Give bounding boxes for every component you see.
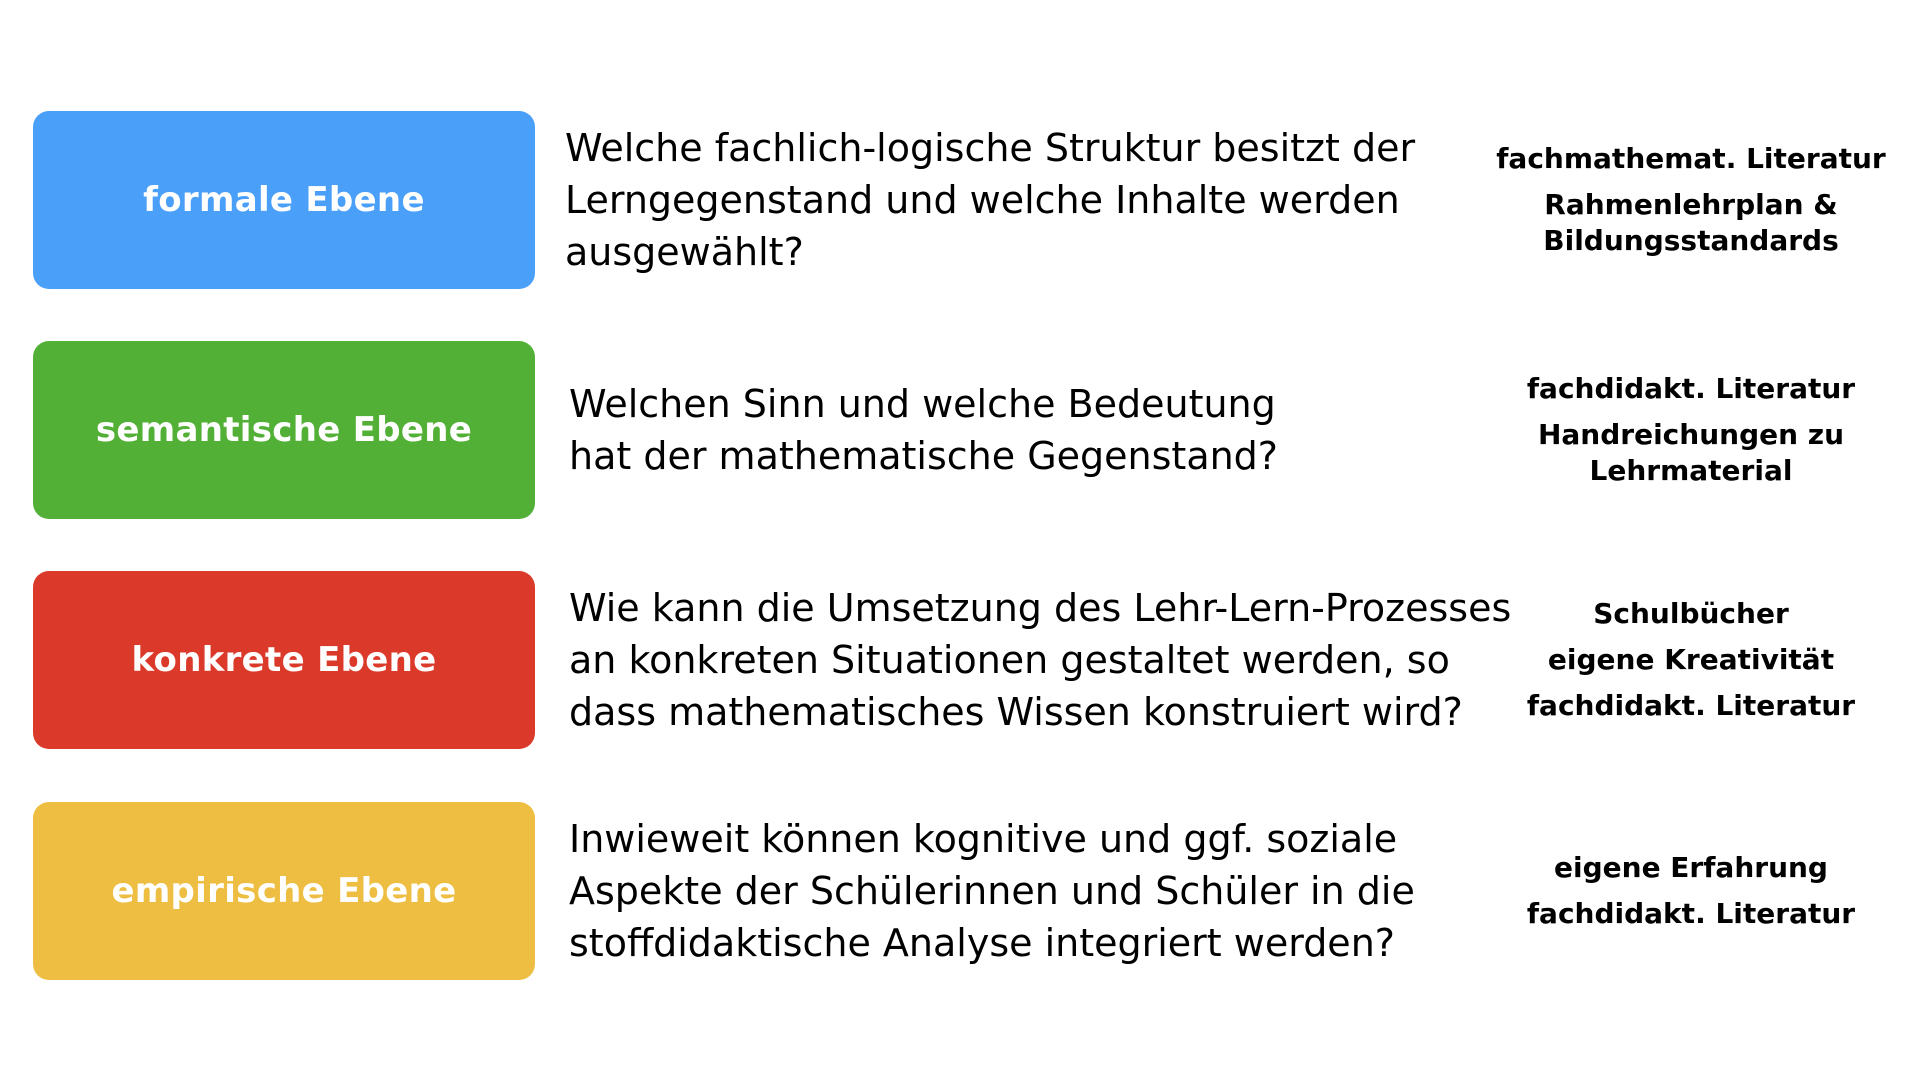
level-label: formale Ebene bbox=[143, 180, 425, 220]
source-item: Handreichungen zu Lehrmaterial bbox=[1537, 418, 1845, 487]
source-item: Schulbücher bbox=[1593, 597, 1789, 630]
source-item: fachdidakt. Literatur bbox=[1526, 689, 1856, 722]
level-label: empirische Ebene bbox=[111, 871, 457, 911]
level-label: konkrete Ebene bbox=[131, 640, 437, 680]
level-box-formal: formale Ebene bbox=[33, 111, 535, 289]
slide: formale Ebene Welche fachlich-logische S… bbox=[0, 0, 1920, 1080]
question-line: Welche fachlich-logische Struktur besitz… bbox=[565, 126, 1416, 170]
sources-list: fachmathemat. Literatur Rahmenlehrplan &… bbox=[1462, 111, 1920, 289]
question-line: Lerngegenstand und welche Inhalte werden bbox=[565, 178, 1400, 222]
question-text: Wie kann die Umsetzung des Lehr-Lern-Pro… bbox=[569, 571, 1549, 749]
source-item: eigene Erfahrung bbox=[1554, 851, 1828, 884]
question-line: an konkreten Situationen gestaltet werde… bbox=[569, 638, 1450, 682]
question-line: Welchen Sinn und welche Bedeutung bbox=[569, 382, 1276, 426]
question-line: dass mathematisches Wissen konstruiert w… bbox=[569, 690, 1463, 734]
sources-list: fachdidakt. Literatur Handreichungen zu … bbox=[1462, 341, 1920, 519]
source-item: fachdidakt. Literatur bbox=[1526, 897, 1856, 930]
source-item: eigene Kreativität bbox=[1547, 643, 1835, 676]
question-line: ausgewählt? bbox=[565, 230, 804, 274]
question-text: Inwieweit können kognitive und ggf. sozi… bbox=[569, 802, 1549, 980]
sources-list: Schulbücher eigene Kreativität fachdidak… bbox=[1462, 571, 1920, 749]
row-semantische-ebene: semantische Ebene Welchen Sinn und welch… bbox=[0, 341, 1920, 519]
sources-list: eigene Erfahrung fachdidakt. Literatur bbox=[1462, 802, 1920, 980]
row-formale-ebene: formale Ebene Welche fachlich-logische S… bbox=[0, 111, 1920, 289]
question-line: stoffdidaktische Analyse integriert werd… bbox=[569, 921, 1395, 965]
question-line: Inwieweit können kognitive und ggf. sozi… bbox=[569, 817, 1398, 861]
row-konkrete-ebene: konkrete Ebene Wie kann die Umsetzung de… bbox=[0, 571, 1920, 749]
question-line: Wie kann die Umsetzung des Lehr-Lern-Pro… bbox=[569, 586, 1512, 630]
level-label: semantische Ebene bbox=[95, 410, 473, 450]
question-text: Welche fachlich-logische Struktur besitz… bbox=[565, 111, 1545, 289]
source-item: fachdidakt. Literatur bbox=[1526, 372, 1856, 405]
level-box-empirical: empirische Ebene bbox=[33, 802, 535, 980]
row-empirische-ebene: empirische Ebene Inwieweit können kognit… bbox=[0, 802, 1920, 980]
level-box-concrete: konkrete Ebene bbox=[33, 571, 535, 749]
question-text: Welchen Sinn und welche Bedeutung hat de… bbox=[569, 341, 1549, 519]
level-box-semantic: semantische Ebene bbox=[33, 341, 535, 519]
question-line: hat der mathematische Gegenstand? bbox=[569, 434, 1278, 478]
question-line: Aspekte der Schülerinnen und Schüler in … bbox=[569, 869, 1415, 913]
source-item: Rahmenlehrplan & Bildungsstandards bbox=[1543, 188, 1839, 257]
source-item: fachmathemat. Literatur bbox=[1496, 142, 1886, 175]
